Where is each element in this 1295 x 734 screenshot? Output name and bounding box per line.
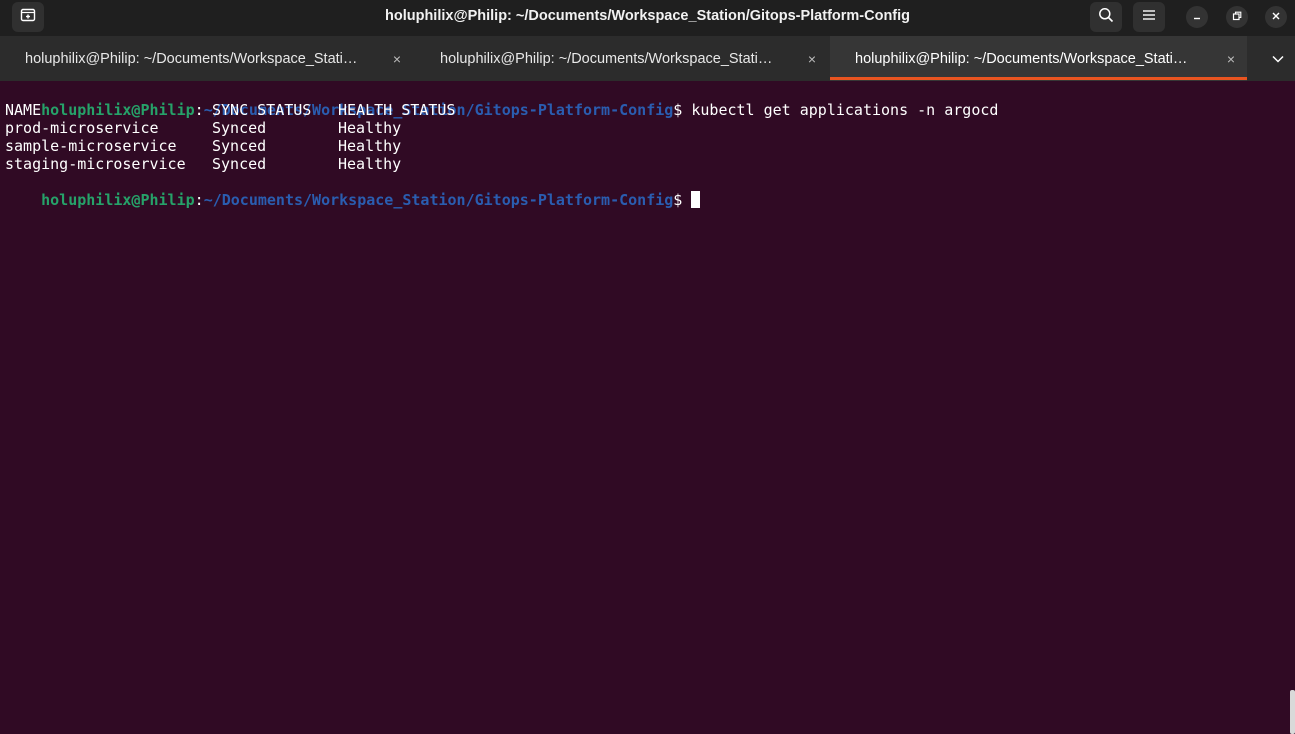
new-tab-button[interactable] bbox=[12, 2, 44, 32]
command-text: kubectl get applications -n argocd bbox=[691, 101, 999, 119]
current-prompt-line[interactable]: holuphilix@Philip:~/Documents/Workspace_… bbox=[5, 173, 701, 209]
sync-status: Synced bbox=[212, 155, 267, 173]
header-sync-status: SYNC STATUS bbox=[212, 101, 312, 119]
app-name: staging-microservice bbox=[5, 155, 186, 173]
tab-close-icon[interactable]: × bbox=[804, 51, 820, 67]
table-row: staging-microservice Synced Healthy bbox=[5, 155, 605, 173]
tab-label: holuphilix@Philip: ~/Documents/Workspace… bbox=[440, 51, 773, 67]
tab-label: holuphilix@Philip: ~/Documents/Workspace… bbox=[855, 51, 1188, 67]
command-line: holuphilix@Philip:~/Documents/Workspace_… bbox=[5, 83, 998, 119]
tab-bar: holuphilix@Philip: ~/Documents/Workspace… bbox=[0, 36, 1295, 81]
tab-close-icon[interactable]: × bbox=[389, 51, 405, 67]
restore-icon bbox=[1232, 8, 1242, 26]
sync-status: Synced bbox=[212, 137, 267, 155]
search-button[interactable] bbox=[1090, 2, 1122, 32]
health-status: Healthy bbox=[338, 155, 402, 173]
header-name: NAME bbox=[5, 101, 42, 119]
tab-terminal-3-active[interactable]: holuphilix@Philip: ~/Documents/Workspace… bbox=[830, 36, 1247, 81]
tab-terminal-2[interactable]: holuphilix@Philip: ~/Documents/Workspace… bbox=[415, 36, 828, 81]
app-name: sample-microservice bbox=[5, 137, 177, 155]
table-header: NAME SYNC STATUS HEALTH STATUS bbox=[5, 101, 605, 119]
tab-close-icon[interactable]: × bbox=[1223, 51, 1239, 67]
prompt-dollar: $ bbox=[673, 101, 683, 119]
hamburger-menu-icon bbox=[1142, 8, 1156, 26]
prompt-user: holuphilix@Philip bbox=[41, 191, 195, 209]
scrollbar-thumb[interactable] bbox=[1290, 690, 1295, 734]
close-icon bbox=[1271, 8, 1281, 26]
text-cursor bbox=[691, 191, 701, 208]
prompt-path: ~/Documents/Workspace_Station/Gitops-Pla… bbox=[203, 191, 674, 209]
terminal-output[interactable]: holuphilix@Philip:~/Documents/Workspace_… bbox=[0, 83, 1290, 734]
sync-status: Synced bbox=[212, 119, 267, 137]
search-icon bbox=[1098, 7, 1114, 28]
minimize-icon bbox=[1192, 8, 1202, 26]
header-health-status: HEALTH STATUS bbox=[338, 101, 456, 119]
new-tab-icon bbox=[20, 7, 36, 28]
chevron-down-icon bbox=[1272, 50, 1284, 68]
tab-list-button[interactable] bbox=[1267, 48, 1289, 70]
app-name: prod-microservice bbox=[5, 119, 159, 137]
health-status: Healthy bbox=[338, 137, 402, 155]
health-status: Healthy bbox=[338, 119, 402, 137]
menu-button[interactable] bbox=[1133, 2, 1165, 32]
window-titlebar: holuphilix@Philip: ~/Documents/Workspace… bbox=[0, 0, 1295, 36]
table-row: sample-microservice Synced Healthy bbox=[5, 137, 605, 155]
tab-label: holuphilix@Philip: ~/Documents/Workspace… bbox=[25, 51, 358, 67]
prompt-separator: : bbox=[194, 191, 204, 209]
table-row: prod-microservice Synced Healthy bbox=[5, 119, 605, 137]
close-window-button[interactable] bbox=[1265, 6, 1287, 28]
minimize-button[interactable] bbox=[1186, 6, 1208, 28]
restore-button[interactable] bbox=[1226, 6, 1248, 28]
prompt-dollar: $ bbox=[673, 191, 683, 209]
tab-terminal-1[interactable]: holuphilix@Philip: ~/Documents/Workspace… bbox=[0, 36, 413, 81]
